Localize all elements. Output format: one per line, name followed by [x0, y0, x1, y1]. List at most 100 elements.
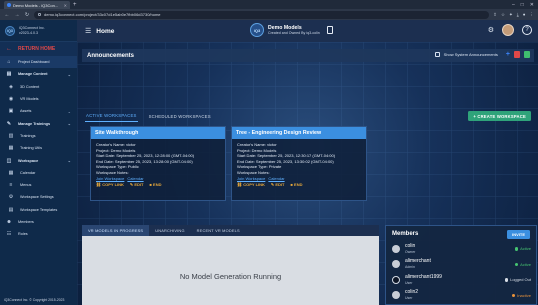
sidebar-item-calendar[interactable]: ▦ Calendar — [0, 167, 77, 179]
end-button[interactable]: ■ END — [150, 182, 162, 188]
menu-icon: ≡ — [9, 182, 13, 189]
archive-icon[interactable] — [524, 51, 530, 58]
project-owner: Created and Owned By iq3-colin — [268, 31, 320, 35]
calendar-link[interactable]: Calendar — [127, 176, 143, 181]
app-header: ☰ Home iQ3 Demo Models Created and Owned… — [77, 20, 538, 42]
calendar-link[interactable]: Calendar — [268, 176, 284, 181]
share-icon[interactable]: ⇪ — [493, 12, 497, 18]
delete-icon[interactable] — [514, 51, 520, 58]
join-workspace-link[interactable]: Join Workspace — [237, 176, 265, 181]
edit-button[interactable]: ✎ EDIT — [271, 182, 285, 188]
sidebar-logo: iQ3 iQ3Connect Inc. v2023-4.0.3 — [0, 20, 77, 42]
status-dot-icon — [514, 247, 519, 251]
sidebar-item-vr-models[interactable]: ◉ VR Models — [0, 93, 77, 105]
member-row[interactable]: colin2 User Inactive — [386, 288, 536, 304]
workspace-card: Site Walkthrough Creator's Name: victor Pr… — [90, 126, 226, 201]
copy-link-button[interactable]: ⛓ COPY LINK — [237, 182, 265, 188]
sidebar-item-workspace-settings[interactable]: ⚙ Workspace Settings — [0, 191, 77, 203]
member-status: Logged Out — [504, 277, 531, 282]
lock-icon — [38, 13, 41, 16]
member-row[interactable]: alimerchant Admin Active — [386, 257, 536, 273]
join-workspace-link[interactable]: Join Workspace — [96, 176, 124, 181]
user-avatar[interactable] — [502, 24, 514, 36]
invite-button[interactable]: INVITE — [507, 229, 530, 239]
tab-vr-models-in-progress[interactable]: VR MODELS IN PROGRESS — [82, 225, 150, 236]
sidebar-item-manage-content[interactable]: ▤ Manage Content ⌄ — [0, 68, 77, 80]
member-avatar — [392, 260, 400, 269]
tab-scheduled-workspaces[interactable]: SCHEDULED WORKSPACES — [148, 111, 212, 122]
address-bar[interactable]: demo.iq3connect.com/project/33c07d1e5ab0… — [34, 10, 490, 19]
sidebar-item-assets[interactable]: ▣ Assets ⌄ — [0, 105, 77, 117]
members-title: Members — [392, 230, 419, 237]
show-system-checkbox[interactable] — [434, 52, 440, 57]
download-icon[interactable]: ⤓ — [517, 12, 519, 18]
tab-recent-vr-models[interactable]: RECENT VR MODELS — [191, 225, 246, 236]
document-icon[interactable] — [326, 26, 333, 34]
member-row[interactable]: colin Owner Active — [386, 241, 536, 257]
return-home-button[interactable]: ← RETURN HOME — [0, 42, 77, 56]
browser-tabstrip: Demo Models - iQ3Con... ✕ + – □ ✕ — [0, 0, 538, 9]
close-tab-icon[interactable]: ✕ — [64, 3, 67, 8]
member-status: Active — [514, 246, 531, 251]
templates-icon: ▤ — [8, 206, 14, 213]
add-announcement-icon[interactable]: + — [506, 51, 510, 58]
page-title: Home — [96, 27, 115, 35]
sidebar-item-label: Roles — [18, 232, 28, 237]
sidebar-footer: iQ3Connect Inc. © Copyright 2015-2023 — [4, 298, 65, 302]
sidebar-item-3d-content[interactable]: ◈ 3D Content — [0, 81, 77, 93]
sidebar-item-manage-trainings[interactable]: ✎ Manage Trainings ⌄ — [0, 117, 77, 129]
forward-icon[interactable]: → — [14, 12, 20, 18]
logo-icon: iQ3 — [5, 25, 15, 36]
user-settings-icon[interactable]: ⚙ — [488, 26, 494, 34]
copy-link-button[interactable]: ⛓ COPY LINK — [96, 182, 124, 188]
member-role: Admin — [405, 265, 415, 270]
sidebar-item-workspace[interactable]: ◫ Workspace ⌄ — [0, 154, 77, 166]
new-tab-icon[interactable]: + — [73, 2, 77, 8]
edit-button[interactable]: ✎ EDIT — [130, 182, 144, 188]
sidebar-item-training-utils[interactable]: ▦ Training Utils — [0, 142, 77, 154]
chevron-down-icon[interactable]: ⌄ — [68, 72, 71, 77]
sidebar-item-label: Workspace Settings — [20, 195, 54, 200]
company-name: iQ3Connect Inc. — [19, 25, 45, 30]
sidebar-item-label: VR Models — [20, 97, 39, 102]
member-avatar — [392, 275, 400, 284]
close-window-icon[interactable]: ✕ — [530, 2, 534, 8]
minimize-icon[interactable]: – — [512, 2, 515, 8]
members-icon: ☻ — [6, 219, 12, 225]
members-panel: Members INVITE colin Owner Active alimercha… — [385, 225, 537, 305]
sidebar-item-label: Calendar — [20, 170, 36, 175]
sidebar-item-label: Training Utils — [20, 146, 43, 151]
status-dot-icon — [504, 278, 509, 282]
browser-tab-title: Demo Models - iQ3Con... — [13, 2, 59, 8]
end-button[interactable]: ■ END — [291, 182, 303, 188]
back-icon[interactable]: ← — [4, 12, 10, 18]
tab-active-workspaces[interactable]: ACTIVE WORKSPACES — [85, 110, 138, 122]
sidebar-item-trainings[interactable]: ▥ Trainings — [0, 130, 77, 142]
member-role: Owner — [405, 249, 416, 254]
profile-icon[interactable]: ● — [523, 12, 526, 18]
member-row[interactable]: alimerchant1999 User Logged Out — [386, 272, 536, 288]
browser-menu-icon[interactable]: ⋮ — [530, 12, 535, 18]
workspace-title: Site Walkthrough — [91, 127, 225, 139]
window-controls: – □ ✕ — [512, 2, 538, 8]
reload-icon[interactable]: ↻ — [24, 12, 30, 18]
sidebar-item-workspace-templates[interactable]: ▤ Workspace Templates — [0, 204, 77, 216]
tab-unarchiving[interactable]: UNARCHIVING — [149, 225, 190, 236]
chevron-down-icon[interactable]: ⌄ — [68, 121, 71, 126]
sidebar-item-roles[interactable]: ☷ Roles — [0, 228, 77, 240]
star-icon[interactable]: ☆ — [501, 12, 505, 18]
chevron-down-icon[interactable]: ⌄ — [68, 158, 71, 163]
maximize-icon[interactable]: □ — [521, 2, 524, 8]
help-icon[interactable]: ? — [522, 25, 532, 35]
sidebar-item-project-dashboard[interactable]: ⌂ Project Dashboard — [0, 56, 77, 69]
sidebar-item-menus[interactable]: ≡ Menus — [0, 179, 77, 191]
content-icon: ▤ — [6, 71, 12, 78]
member-name: alimerchant1999 — [405, 273, 442, 280]
hamburger-menu-icon[interactable]: ☰ — [85, 27, 91, 35]
member-status: Active — [514, 262, 531, 267]
sidebar-item-members[interactable]: ☻ Members — [0, 216, 77, 228]
chevron-down-icon[interactable]: ⌄ — [68, 109, 71, 114]
browser-tab[interactable]: Demo Models - iQ3Con... ✕ — [4, 1, 70, 9]
extensions-icon[interactable]: ✦ — [509, 12, 513, 18]
create-workspace-button[interactable]: + CREATE WORKSPACE — [468, 111, 531, 121]
